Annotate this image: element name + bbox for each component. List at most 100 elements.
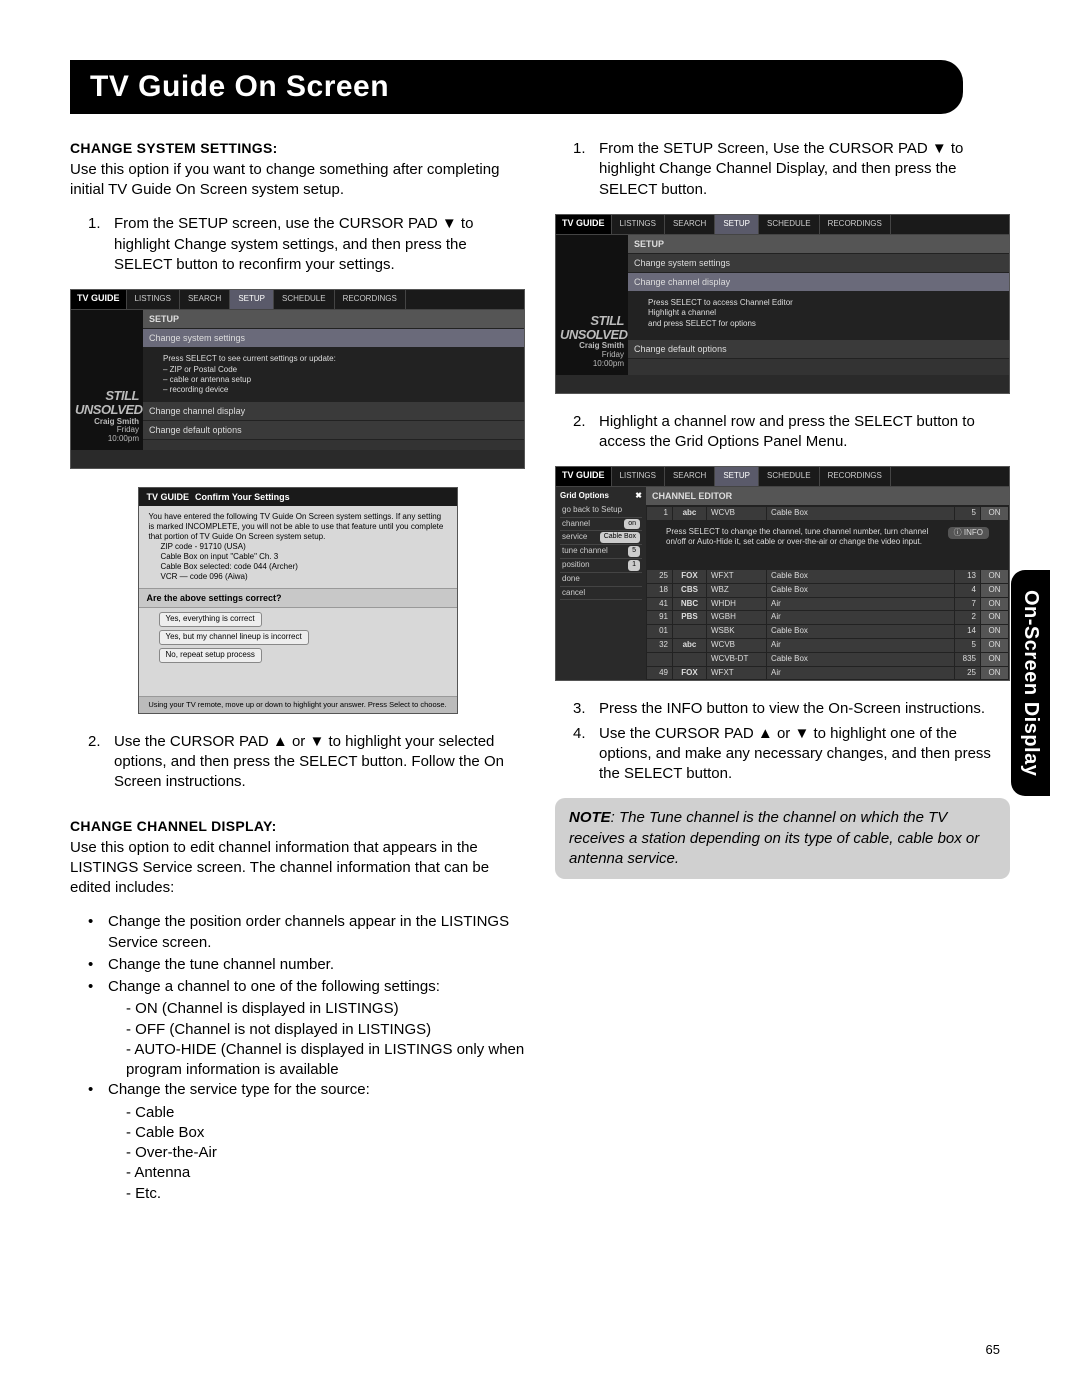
tvguide-logo: TV GUIDE: [556, 215, 612, 234]
sub-option: - Cable Box: [126, 1123, 525, 1143]
channel-row[interactable]: 01WSBKCable Box14ON: [647, 625, 1009, 639]
tab-search[interactable]: SEARCH: [180, 290, 230, 309]
setup-info-text: Press SELECT to access Channel Editor Hi…: [628, 292, 1009, 340]
tab-search[interactable]: SEARCH: [665, 467, 715, 486]
promo-word: STILL: [560, 314, 624, 328]
tab-setup[interactable]: SETUP: [715, 467, 759, 486]
grid-options-title: Grid Options: [560, 491, 609, 502]
tab-listings[interactable]: LISTINGS: [612, 215, 665, 234]
channel-row[interactable]: 32abcWCVBAir5ON: [647, 638, 1009, 652]
tab-setup[interactable]: SETUP: [230, 290, 274, 309]
dialog-option-yes[interactable]: Yes, everything is correct: [159, 612, 262, 627]
tab-recordings[interactable]: RECORDINGS: [820, 467, 891, 486]
channel-row-selected[interactable]: 1abc WCVB Cable Box 5 ON: [647, 507, 1009, 521]
dialog-body-text: You have entered the following TV Guide …: [149, 512, 447, 542]
dialog-option-yes-lineup[interactable]: Yes, but my channel lineup is incorrect: [159, 630, 309, 645]
gridopt-channel[interactable]: channelon: [560, 518, 642, 532]
info-button[interactable]: ⓘ INFO: [948, 527, 989, 539]
channel-row[interactable]: 49FOXWFXTAir25ON: [647, 666, 1009, 680]
sub-option: - Over-the-Air: [126, 1143, 525, 1163]
tab-schedule[interactable]: SCHEDULE: [759, 215, 820, 234]
dialog-question: Are the above settings correct?: [139, 588, 457, 608]
note-label: NOTE: [569, 809, 611, 826]
promo-word: STILL: [75, 389, 139, 403]
promo-time: 10:00pm: [560, 360, 624, 369]
bullet-icon: •: [88, 955, 108, 975]
channel-row[interactable]: 91PBSWGBHAir2ON: [647, 611, 1009, 625]
tab-listings[interactable]: LISTINGS: [612, 467, 665, 486]
screenshot-setup-system: TV GUIDE LISTINGS SEARCH SETUP SCHEDULE …: [70, 289, 525, 469]
gridopt-service[interactable]: serviceCable Box: [560, 531, 642, 545]
heading-change-channel-display: CHANGE CHANNEL DISPLAY:: [70, 817, 525, 836]
right-column: 1. From the SETUP Screen, Use the CURSOR…: [555, 139, 1010, 1218]
setup-header: SETUP: [628, 235, 1009, 254]
tab-setup[interactable]: SETUP: [715, 215, 759, 234]
channel-row[interactable]: WCVB-DTCable Box835ON: [647, 652, 1009, 666]
row-change-channel-display[interactable]: Change channel display: [143, 402, 524, 421]
bullet-text: Change a channel to one of the following…: [108, 977, 440, 997]
sub-option: - OFF (Channel is not displayed in LISTI…: [126, 1020, 525, 1040]
intro-system-settings: Use this option if you want to change so…: [70, 160, 525, 201]
close-icon[interactable]: ✖: [635, 491, 642, 502]
step-number: 3.: [573, 699, 599, 719]
intro-channel-display: Use this option to edit channel informat…: [70, 838, 525, 899]
promo-panel: STILL UNSOLVED Craig Smith Friday 10:00p…: [556, 235, 628, 375]
step-text: Highlight a channel row and press the SE…: [599, 412, 1010, 453]
sub-option: - Antenna: [126, 1163, 525, 1183]
dialog-title: Confirm Your Settings: [195, 491, 290, 503]
editor-info: ⓘ INFO Press SELECT to change the channe…: [646, 521, 1009, 569]
gridopt-tune-channel[interactable]: tune channel5: [560, 545, 642, 559]
channel-row[interactable]: 25FOXWFXTCable Box13ON: [647, 569, 1009, 583]
tab-schedule[interactable]: SCHEDULE: [274, 290, 335, 309]
step-number: 2.: [88, 732, 114, 793]
row-change-system-settings[interactable]: Change system settings: [628, 254, 1009, 273]
screenshot-channel-editor: TV GUIDE LISTINGS SEARCH SETUP SCHEDULE …: [555, 466, 1010, 681]
setup-header: SETUP: [143, 310, 524, 329]
bullet-icon: •: [88, 977, 108, 997]
row-change-system-settings[interactable]: Change system settings: [143, 329, 524, 348]
tvguide-logo: TV GUIDE: [147, 491, 190, 503]
dialog-setting: ZIP code - 91710 (USA): [161, 542, 447, 552]
note-box: NOTE: The Tune channel is the channel on…: [555, 798, 1010, 879]
step-number: 4.: [573, 724, 599, 785]
promo-panel: STILL UNSOLVED Craig Smith Friday 10:00p…: [71, 310, 143, 450]
promo-word: UNSOLVED: [560, 328, 624, 342]
row-change-default-options[interactable]: Change default options: [628, 340, 1009, 359]
note-text: : The Tune channel is the channel on whi…: [569, 809, 979, 867]
tab-recordings[interactable]: RECORDINGS: [335, 290, 406, 309]
left-column: CHANGE SYSTEM SETTINGS: Use this option …: [70, 139, 525, 1218]
gridopt-done[interactable]: done: [560, 573, 642, 587]
channel-editor-header: CHANNEL EDITOR: [646, 487, 1009, 506]
row-change-default-options[interactable]: Change default options: [143, 421, 524, 440]
tab-recordings[interactable]: RECORDINGS: [820, 215, 891, 234]
promo-word: UNSOLVED: [75, 403, 139, 417]
sub-option: - AUTO-HIDE (Channel is displayed in LIS…: [126, 1040, 525, 1081]
bullet-icon: •: [88, 912, 108, 953]
dialog-setting: Cable Box on input "Cable" Ch. 3: [161, 552, 447, 562]
screenshot-confirm-settings: TV GUIDE Confirm Your Settings You have …: [138, 487, 458, 714]
tab-listings[interactable]: LISTINGS: [127, 290, 180, 309]
setup-info-text: Press SELECT to see current settings or …: [143, 348, 524, 402]
gridopt-position[interactable]: position1: [560, 559, 642, 573]
channel-row[interactable]: 18CBSWBZCable Box4ON: [647, 583, 1009, 597]
gridopt-cancel[interactable]: cancel: [560, 587, 642, 601]
screenshot-setup-channel-display: TV GUIDE LISTINGS SEARCH SETUP SCHEDULE …: [555, 214, 1010, 394]
channel-row[interactable]: 41NBCWHDHAir7ON: [647, 597, 1009, 611]
page-title-bar: TV Guide On Screen: [70, 60, 963, 114]
tab-schedule[interactable]: SCHEDULE: [759, 467, 820, 486]
bullet-text: Change the tune channel number.: [108, 955, 334, 975]
row-change-channel-display[interactable]: Change channel display: [628, 273, 1009, 292]
step-number: 1.: [573, 139, 599, 200]
sub-option: - Cable: [126, 1103, 525, 1123]
tab-search[interactable]: SEARCH: [665, 215, 715, 234]
sub-option: - Etc.: [126, 1184, 525, 1204]
sub-option: - ON (Channel is displayed in LISTINGS): [126, 999, 525, 1019]
gridopt-go-back[interactable]: go back to Setup: [560, 504, 642, 518]
dialog-option-no[interactable]: No, repeat setup process: [159, 648, 262, 663]
heading-change-system-settings: CHANGE SYSTEM SETTINGS:: [70, 139, 525, 158]
step-text: Use the CURSOR PAD ▲ or ▼ to highlight y…: [114, 732, 525, 793]
step-text: From the SETUP screen, use the CURSOR PA…: [114, 214, 525, 275]
tvguide-logo: TV GUIDE: [556, 467, 612, 486]
step-number: 2.: [573, 412, 599, 453]
step-text: From the SETUP Screen, Use the CURSOR PA…: [599, 139, 1010, 200]
